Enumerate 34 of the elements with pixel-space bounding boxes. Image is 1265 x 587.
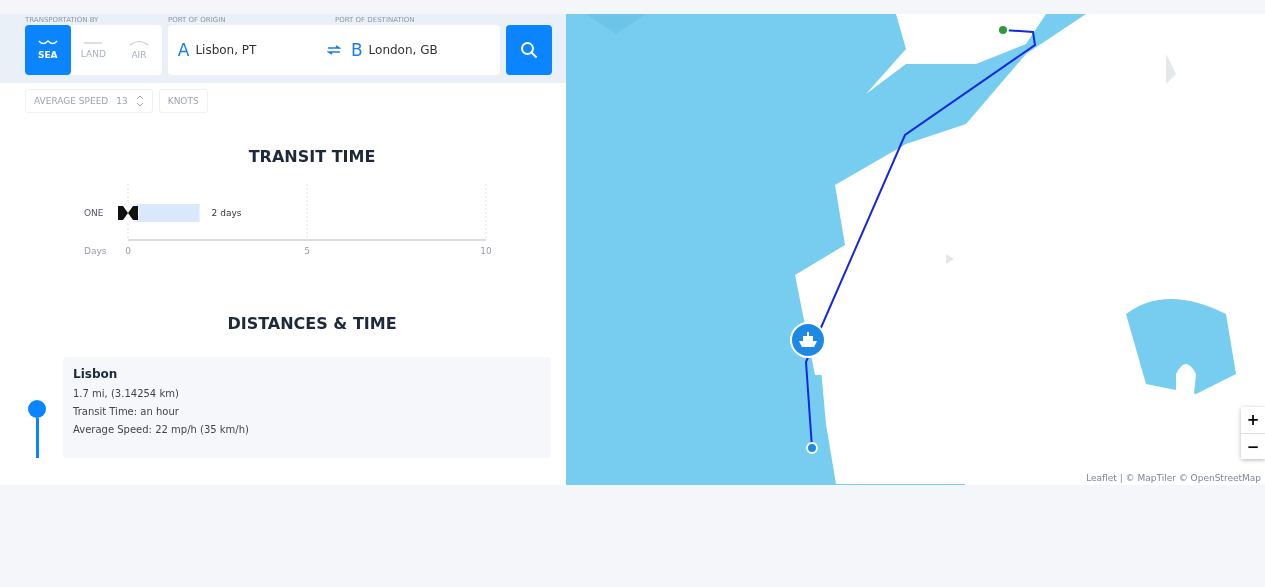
- tick-label: 5: [304, 246, 310, 256]
- axis-title: Days: [84, 246, 107, 256]
- mode-tab[interactable]: LAND: [70, 25, 117, 75]
- ship-marker-icon[interactable]: [790, 322, 826, 358]
- zoom-out-button[interactable]: −: [1241, 433, 1265, 459]
- stop-speed: Average Speed: 22 mp/h (35 km/h): [73, 424, 250, 435]
- category-label: ONE: [84, 208, 104, 218]
- tick-label: 10: [480, 246, 492, 256]
- stop-distance: 1.7 mi, (3.14254 km): [73, 388, 180, 399]
- route-field[interactable]: A Lisbon, PT B London, GB: [167, 25, 501, 75]
- search-button[interactable]: [506, 25, 552, 75]
- wave-icon: [37, 40, 58, 46]
- mode-tab[interactable]: SEA: [25, 25, 71, 75]
- origin-letter: A: [177, 40, 190, 60]
- zoom-in-button[interactable]: +: [1241, 407, 1265, 433]
- destination-value: London, GB: [368, 43, 438, 57]
- line-icon: [83, 41, 104, 45]
- origin-value: Lisbon, PT: [195, 43, 257, 57]
- swap-icon[interactable]: [326, 45, 341, 55]
- tick-label: 0: [125, 246, 131, 256]
- search-icon: [520, 41, 539, 59]
- speed-field[interactable]: AVERAGE SPEED 13: [25, 89, 153, 113]
- unit-field[interactable]: KNOTS: [158, 89, 208, 113]
- value-label: 2 days: [211, 208, 242, 218]
- section-title: TRANSIT TIME: [247, 147, 377, 166]
- destination-marker[interactable]: [997, 24, 1009, 36]
- stepper-icon[interactable]: [135, 95, 144, 107]
- section-title: DISTANCES & TIME: [226, 314, 398, 333]
- destination-letter: B: [350, 40, 363, 60]
- origin-marker[interactable]: [806, 442, 818, 454]
- mode-tab[interactable]: AIR: [116, 25, 162, 75]
- stop-transit: Transit Time: an hour: [73, 406, 180, 417]
- arc-icon: [128, 40, 149, 46]
- stop-name: Lisbon: [73, 367, 119, 381]
